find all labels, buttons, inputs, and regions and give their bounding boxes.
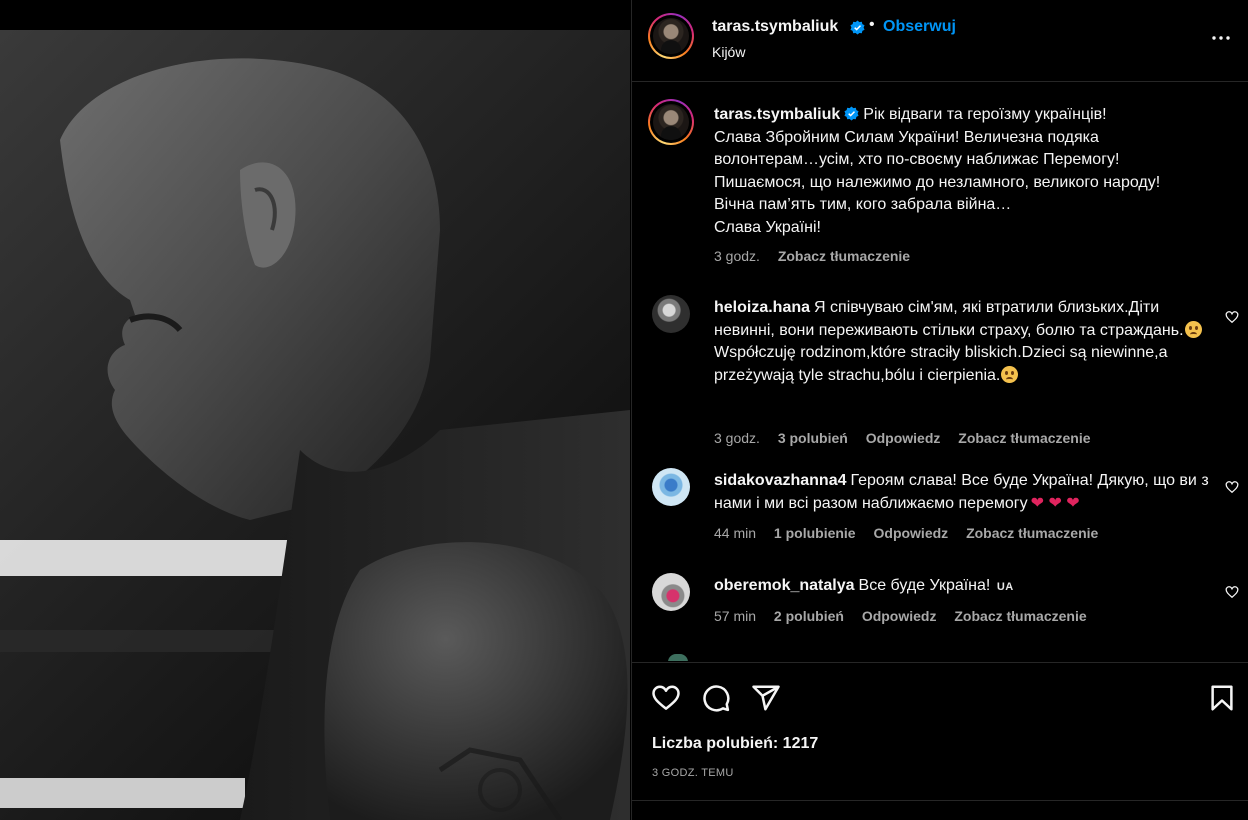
translate-button[interactable]: Zobacz tłumaczenie — [954, 608, 1086, 624]
post-media — [0, 0, 630, 820]
reply-button[interactable]: Odpowiedz — [874, 525, 949, 541]
photo-illustration — [0, 58, 630, 820]
caption-line: Рік відваги та героїзму українців! — [863, 106, 1107, 123]
comment-meta: 57 min 2 polubień Odpowiedz Zobacz tłuma… — [714, 608, 1101, 624]
caption-meta: 3 godz. Zobacz tłumaczenie — [714, 248, 924, 264]
caption-line: Слава Збройним Силам України! Величезна … — [714, 128, 1099, 146]
comment-likes-count[interactable]: 3 polubień — [778, 430, 848, 446]
commenter-avatar[interactable] — [652, 468, 690, 506]
ukraine-flag-emoji-icon: UA — [996, 581, 1014, 593]
comments-list[interactable]: taras.tsymbaliuk Рік відваги та героїзму … — [632, 83, 1248, 661]
post-side-panel: taras.tsymbaliuk • Obserwuj Kijów taras.… — [631, 0, 1248, 820]
verified-badge-icon — [850, 20, 865, 35]
comment-body: Współczuję rodzinom,które straciły blisk… — [714, 344, 1168, 384]
post-header: taras.tsymbaliuk • Obserwuj Kijów — [632, 0, 1248, 82]
caption-username[interactable]: taras.tsymbaliuk — [714, 106, 840, 123]
comment-likes-count[interactable]: 1 polubienie — [774, 525, 856, 541]
caption-author-avatar[interactable] — [648, 99, 694, 145]
caption-line: Слава Україні! — [714, 218, 821, 236]
next-comment-avatar-peek — [668, 654, 688, 661]
follow-button[interactable]: Obserwuj — [883, 18, 956, 36]
translate-button[interactable]: Zobacz tłumaczenie — [966, 525, 1098, 541]
caption-time[interactable]: 3 godz. — [714, 248, 760, 264]
verified-badge-icon — [844, 106, 859, 121]
more-horizontal-icon[interactable] — [1209, 26, 1233, 50]
comment-meta: 3 godz. 3 polubień Odpowiedz Zobacz tłum… — [714, 430, 1105, 446]
bookmark-icon[interactable] — [1207, 683, 1237, 713]
comment-time[interactable]: 44 min — [714, 525, 756, 541]
comment-text: oberemok_natalya Все буде Україна! UA — [714, 575, 1214, 599]
comment-body: Все буде Україна! — [858, 577, 991, 594]
reply-button[interactable]: Odpowiedz — [866, 430, 941, 446]
comment-bubble-icon[interactable] — [701, 683, 731, 713]
comment-text: sidakovazhanna4 Героям слава! Все буде Ук… — [714, 470, 1224, 515]
comment-time[interactable]: 3 godz. — [714, 430, 760, 446]
red-heart-emoji-icon: ❤ ❤ ❤ — [1030, 494, 1080, 512]
caption-line: Вічна пам’ять тим, кого забрала війна… — [714, 196, 1012, 213]
comment-text: heloiza.hana Я співчуваю сім'ям, які втра… — [714, 297, 1214, 387]
author-username[interactable]: taras.tsymbaliuk — [712, 18, 838, 36]
paper-plane-icon[interactable] — [751, 683, 781, 713]
comment-like-heart-icon[interactable] — [1225, 585, 1239, 599]
post-photo[interactable] — [0, 30, 630, 820]
comment-like-heart-icon[interactable] — [1225, 310, 1239, 324]
post-actions: Liczba polubień: 1217 3 GODZ. TEMU — [632, 662, 1248, 800]
heart-outline-icon[interactable] — [651, 683, 681, 713]
reply-button[interactable]: Odpowiedz — [862, 608, 937, 624]
comment-username[interactable]: sidakovazhanna4 — [714, 472, 847, 489]
translate-button[interactable]: Zobacz tłumaczenie — [778, 248, 910, 264]
post-location[interactable]: Kijów — [712, 44, 745, 60]
worried-face-emoji-icon — [1001, 365, 1019, 383]
commenter-avatar[interactable] — [652, 295, 690, 333]
separator-dot: • — [869, 16, 875, 33]
post-timestamp[interactable]: 3 GODZ. TEMU — [652, 767, 734, 779]
comment-like-heart-icon[interactable] — [1225, 480, 1239, 494]
comment-meta: 44 min 1 polubienie Odpowiedz Zobacz tłu… — [714, 525, 1112, 541]
likes-count[interactable]: Liczba polubień: 1217 — [652, 735, 818, 753]
caption-line: Пишаємося, що належимо до незламного, ве… — [714, 173, 1161, 191]
commenter-avatar[interactable] — [652, 573, 690, 611]
comment-username[interactable]: heloiza.hana — [714, 299, 810, 316]
add-comment-bar[interactable] — [632, 800, 1248, 820]
comment-likes-count[interactable]: 2 polubień — [774, 608, 844, 624]
author-avatar[interactable] — [648, 13, 694, 59]
comment-username[interactable]: oberemok_natalya — [714, 577, 855, 594]
caption-text: taras.tsymbaliuk Рік відваги та героїзму … — [714, 104, 1234, 239]
worried-face-emoji-icon — [1184, 320, 1202, 338]
comment-time[interactable]: 57 min — [714, 608, 756, 624]
translate-button[interactable]: Zobacz tłumaczenie — [958, 430, 1090, 446]
caption-line: волонтерам…усім, хто по-своєму наближає … — [714, 151, 1120, 168]
